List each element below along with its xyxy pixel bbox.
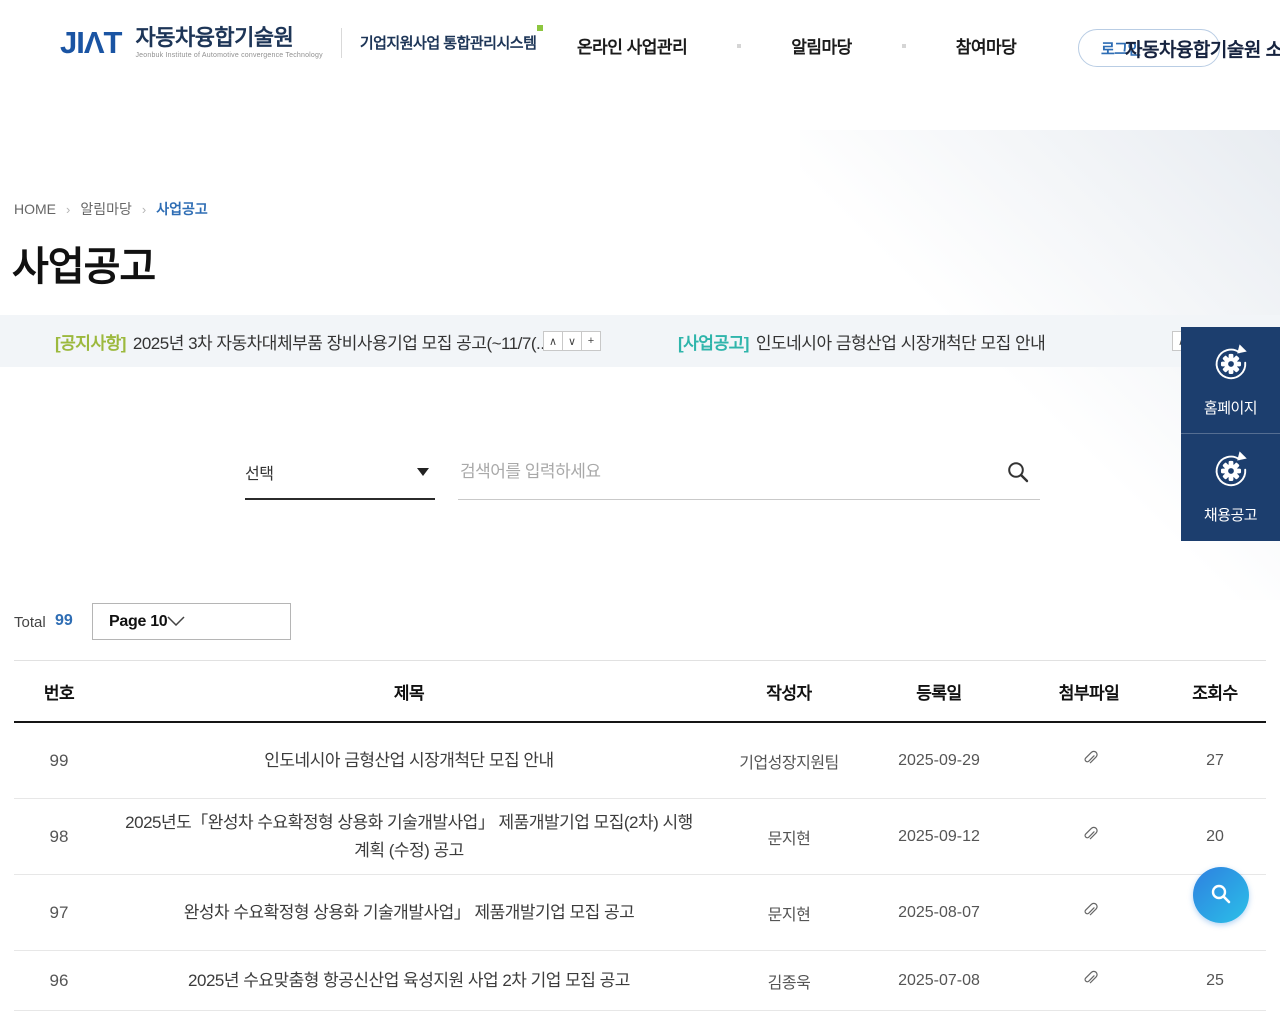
row-views: 27 — [1206, 751, 1224, 769]
notice-tag: [공지사항] — [55, 333, 126, 353]
nav-item-about-institute[interactable]: 자동차융합기술원 소개 — [1125, 35, 1280, 62]
page: JIΛT 자동차융합기술원 Jeonbuk Institute of Autom… — [0, 0, 1280, 1024]
total-count: 99 — [55, 612, 73, 629]
system-name: 기업지원사업 통합관리시스템 — [359, 35, 537, 53]
paperclip-icon[interactable] — [1081, 826, 1098, 848]
search-field — [458, 445, 1040, 500]
table-row[interactable]: 99 인도네시아 금형산업 시장개척단 모집 안내 기업성장지원팀 2025-0… — [14, 723, 1266, 799]
column-header-attachment: 첨부파일 — [1058, 683, 1120, 703]
paperclip-icon[interactable] — [1081, 750, 1098, 772]
site-header: JIΛT 자동차융합기술원 Jeonbuk Institute of Autom… — [0, 0, 1280, 96]
notice-banner: [공지사항] 2025년 3차 자동차대체부품 장비사용기업 모집 공고(~11… — [0, 315, 1280, 367]
table-row[interactable]: 98 2025년도「완성차 수요확정형 상용화 기술개발사업」 제품개발기업 모… — [14, 799, 1266, 875]
notice-banner-left: [공지사항] 2025년 3차 자동차대체부품 장비사용기업 모집 공고(~11… — [0, 315, 640, 367]
chevron-down-icon — [167, 613, 185, 631]
row-author: 김종욱 — [767, 974, 811, 992]
search-category-select[interactable]: 선택 — [245, 445, 435, 500]
attachment-cell — [1014, 750, 1164, 772]
search-submit-button[interactable] — [1006, 460, 1030, 487]
breadcrumb-current[interactable]: 사업공고 — [156, 199, 208, 219]
row-number: 99 — [49, 750, 69, 770]
nav-separator-dot — [737, 43, 742, 48]
notice-title-link[interactable]: 2025년 3차 자동차대체부품 장비사용기업 모집 공고(~11/7(... — [133, 329, 544, 354]
site-logo[interactable]: JIΛT 자동차융합기술원 Jeonbuk Institute of Autom… — [60, 25, 544, 61]
breadcrumb-home[interactable]: HOME — [14, 201, 56, 217]
table-body: 99 인도네시아 금형산업 시장개척단 모집 안내 기업성장지원팀 2025-0… — [14, 723, 1266, 1011]
nav-item-notice[interactable]: 알림마당 — [791, 33, 852, 58]
table-row[interactable]: 97 완성차 수요확정형 상용화 기술개발사업」 제품개발기업 모집 공고 문지… — [14, 875, 1266, 951]
notice-prev-button[interactable]: ∧ — [543, 331, 563, 351]
gear-refresh-icon — [1210, 449, 1252, 496]
column-header-title: 제목 — [393, 683, 425, 703]
total-label: Total — [14, 614, 46, 631]
column-header-author: 작성자 — [766, 683, 812, 703]
search-category-value: 선택 — [245, 465, 274, 483]
announcement-title-link[interactable]: 2025년도「완성차 수요확정형 상용화 기술개발사업」 제품개발기업 모집(2… — [104, 801, 714, 871]
page-select-value: Page 10 — [109, 612, 168, 630]
magnifier-icon — [1209, 882, 1233, 909]
main-nav: 온라인 사업관리 알림마당 참여마당 — [577, 33, 1017, 58]
row-author: 문지현 — [767, 830, 811, 848]
breadcrumb-notice[interactable]: 알림마당 — [80, 199, 132, 219]
announcement-title-link[interactable]: 인도네시아 금형산업 시장개척단 모집 안내 — [104, 739, 714, 782]
column-header-date: 등록일 — [916, 683, 962, 703]
announcement-title-link[interactable]: 완성차 수요확정형 상용화 기술개발사업」 제품개발기업 모집 공고 — [104, 891, 714, 934]
notice-title-link[interactable]: 인도네시아 금형산업 시장개척단 모집 안내 — [756, 329, 1045, 354]
row-date: 2025-07-08 — [898, 971, 980, 989]
breadcrumb-separator: › — [66, 201, 71, 217]
notice-controls: ∧ ∨ + — [543, 331, 601, 351]
nav-item-online-business[interactable]: 온라인 사업관리 — [577, 33, 688, 58]
row-author: 문지현 — [767, 906, 811, 924]
row-views: 25 — [1206, 971, 1224, 989]
logo-org-subtitle: Jeonbuk Institute of Automotive converge… — [135, 52, 323, 60]
attachment-cell — [1014, 970, 1164, 992]
paperclip-icon[interactable] — [1081, 970, 1098, 992]
caret-down-icon — [417, 467, 429, 476]
breadcrumb-separator: › — [141, 201, 147, 217]
row-date: 2025-09-12 — [898, 827, 980, 845]
row-date: 2025-09-29 — [898, 751, 980, 769]
announcement-table: 번호 제목 작성자 등록일 첨부파일 조회수 99 인도네시아 금형산업 시장개… — [14, 660, 1266, 1011]
row-number: 96 — [49, 970, 69, 990]
logo-green-dot-icon — [537, 25, 544, 31]
floating-search-button[interactable] — [1193, 867, 1249, 923]
row-number: 97 — [49, 902, 69, 922]
row-author: 기업성장지원팀 — [739, 754, 839, 772]
notice-expand-button[interactable]: + — [581, 331, 601, 351]
paperclip-icon[interactable] — [1081, 902, 1098, 924]
quick-link-recruit[interactable]: 채용공고 — [1181, 433, 1280, 540]
gear-refresh-icon — [1210, 342, 1252, 389]
announcement-title-link[interactable]: 2025년 수요맞춤형 항공신산업 육성지원 사업 2차 기업 모집 공고 — [104, 959, 714, 1002]
attachment-cell — [1014, 826, 1164, 848]
quick-link-panel: 홈페이지 채용공고 — [1181, 327, 1280, 541]
search-input[interactable] — [458, 445, 988, 499]
quick-link-label: 홈페이지 — [1203, 400, 1258, 417]
magnifier-icon — [1006, 462, 1030, 487]
row-number: 98 — [49, 826, 69, 846]
notice-next-button[interactable]: ∨ — [562, 331, 582, 351]
logo-acronym: JIΛT — [60, 25, 122, 61]
list-meta: Total 99 Page 10 — [0, 603, 1280, 640]
row-date: 2025-08-07 — [898, 903, 980, 921]
notice-tag: [사업공고] — [678, 333, 749, 353]
page-title: 사업공고 — [12, 245, 156, 289]
column-header-no: 번호 — [43, 683, 75, 703]
quick-link-label: 채용공고 — [1203, 507, 1258, 524]
logo-divider — [340, 27, 342, 58]
nav-separator-dot — [901, 43, 906, 48]
row-views: 20 — [1206, 827, 1224, 845]
logo-org-name: 자동차융합기술원 — [135, 25, 294, 50]
attachment-cell — [1014, 902, 1164, 924]
quick-link-homepage[interactable]: 홈페이지 — [1181, 327, 1280, 433]
table-header-row: 번호 제목 작성자 등록일 첨부파일 조회수 — [14, 660, 1266, 723]
column-header-views: 조회수 — [1192, 683, 1238, 703]
page-select[interactable]: Page 10 — [92, 603, 291, 640]
nav-item-participation[interactable]: 참여마당 — [956, 33, 1017, 58]
breadcrumb: HOME › 알림마당 › 사업공고 — [14, 199, 208, 219]
table-row[interactable]: 96 2025년 수요맞춤형 항공신산업 육성지원 사업 2차 기업 모집 공고… — [14, 951, 1266, 1011]
